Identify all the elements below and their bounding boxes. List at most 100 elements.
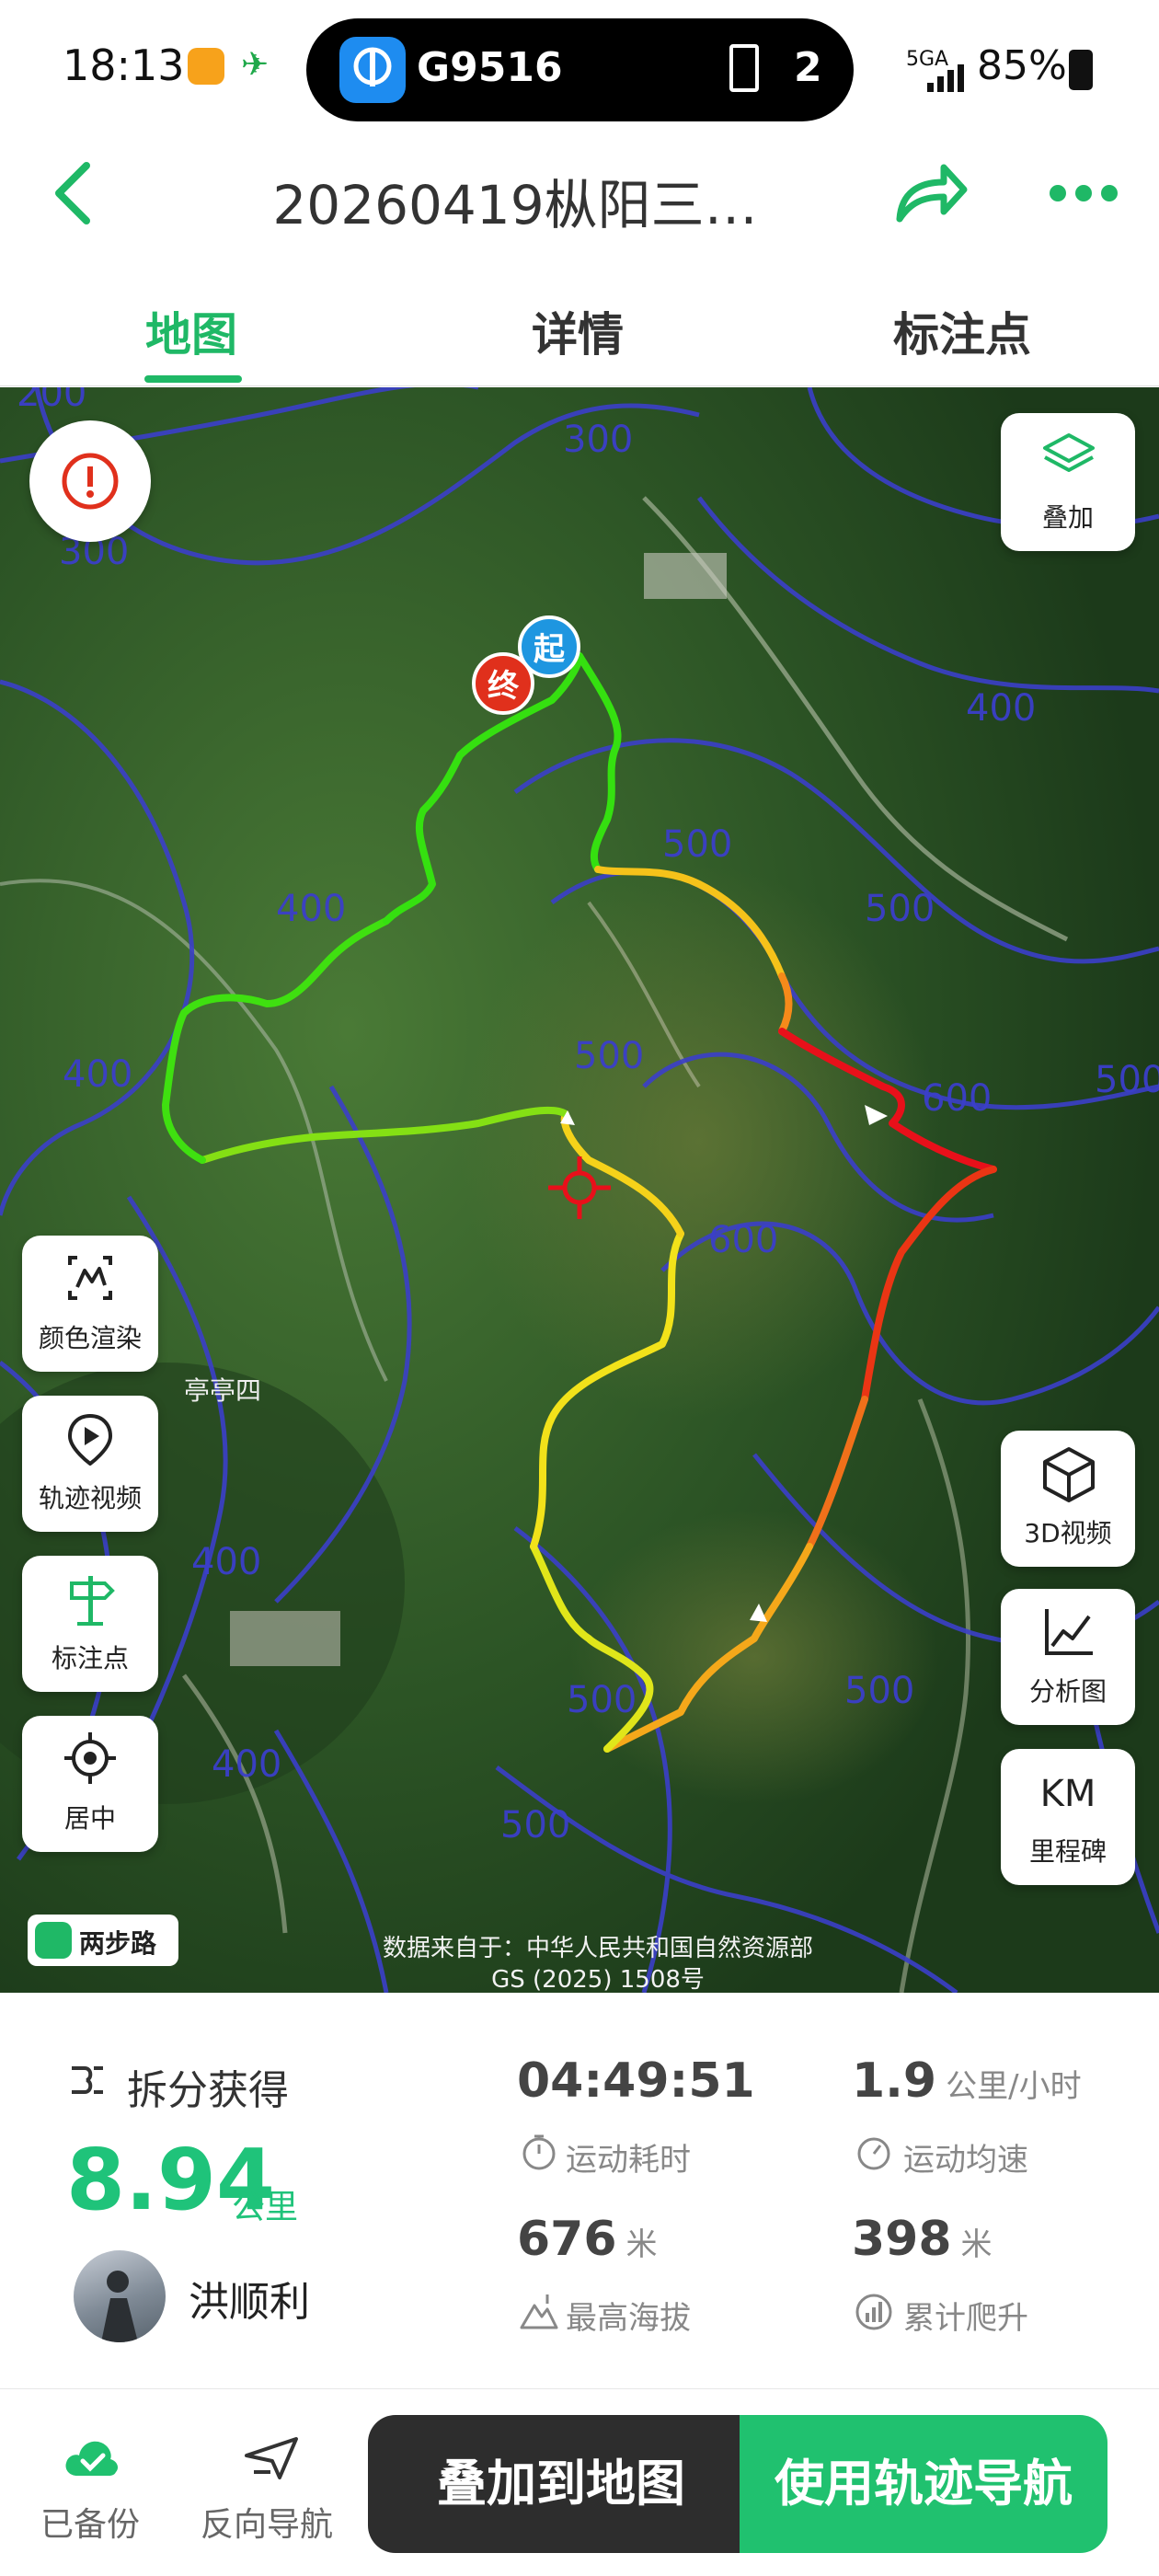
avatar[interactable]	[74, 2250, 166, 2342]
back-arrow-icon[interactable]	[46, 158, 101, 228]
tab-waypoints[interactable]: 标注点	[893, 298, 1031, 364]
contour-label: 500	[865, 888, 935, 930]
max-alt-value-row: 676 米	[517, 2212, 658, 2267]
top-app-bar: 20260419枞阳三…	[0, 129, 1159, 258]
climb-label: 累计爬升	[903, 2300, 1028, 2337]
notification-app-icon	[188, 48, 224, 85]
railway-logo-icon	[339, 37, 406, 103]
contour-label: 200	[17, 387, 86, 415]
contour-label: 300	[563, 419, 633, 461]
train-car-icon	[729, 44, 759, 92]
train-car-count: 2	[794, 44, 822, 91]
waypoint-tool-label: 标注点	[51, 1643, 129, 1673]
split-label: 拆分获得	[127, 2067, 289, 2114]
more-icon[interactable]	[1049, 184, 1119, 202]
share-icon[interactable]	[892, 160, 970, 226]
track-video-button[interactable]: 轨迹视频	[22, 1396, 158, 1532]
layers-icon	[1043, 433, 1095, 472]
bottom-action-bar: 已备份 反向导航 叠加到地图 使用轨迹导航	[0, 2388, 1159, 2576]
backup-label: 已备份	[40, 2506, 141, 2544]
waypoint-tool-button[interactable]: 标注点	[22, 1556, 158, 1692]
milestone-button[interactable]: KM 里程碑	[1001, 1749, 1135, 1885]
user-name[interactable]: 洪顺利	[189, 2269, 310, 2328]
reverse-nav-icon	[245, 2437, 298, 2479]
place-label: 亭亭四	[184, 1375, 261, 1406]
tab-details[interactable]: 详情	[532, 298, 624, 364]
overlay-to-map-button[interactable]: 叠加到地图	[368, 2415, 754, 2553]
cloud-check-icon	[65, 2441, 118, 2476]
alert-button[interactable]	[29, 420, 151, 542]
end-marker[interactable]: 终	[472, 652, 534, 715]
3d-video-button[interactable]: 3D视频	[1001, 1431, 1135, 1567]
color-render-icon	[68, 1256, 112, 1300]
brand-badge: 两步路	[28, 1915, 178, 1966]
contour-label: 500	[500, 1804, 570, 1846]
contour-label: 400	[276, 888, 346, 930]
reverse-nav-button[interactable]: 反向导航	[193, 2389, 350, 2576]
overlay-layers-button[interactable]: 叠加	[1001, 413, 1135, 551]
center-target-icon	[64, 1732, 116, 1784]
contour-label: 500	[662, 823, 732, 866]
climb-value: 398	[852, 2212, 952, 2267]
overlay-button-label: 叠加	[1041, 502, 1094, 533]
page-title: 20260419枞阳三…	[272, 174, 758, 236]
signal-icon	[927, 64, 964, 92]
reverse-nav-label: 反向导航	[201, 2506, 334, 2544]
tab-active-indicator	[144, 375, 242, 383]
speed-unit: 公里/小时	[946, 2068, 1082, 2105]
analysis-chart-label: 分析图	[1028, 1676, 1107, 1707]
status-bar: 18:13 ✈ G9516 2 5GA 85%	[0, 0, 1159, 129]
milestone-label: 里程碑	[1028, 1836, 1107, 1867]
live-activity-island[interactable]: G9516 2	[306, 18, 854, 121]
climb-unit: 米	[960, 2226, 993, 2263]
climb-value-row: 398 米	[852, 2212, 993, 2267]
contour-label: 400	[212, 1743, 281, 1786]
notification-app-icon: ✈	[241, 46, 270, 84]
speed-label: 运动均速	[903, 2142, 1028, 2179]
backup-status[interactable]: 已备份	[28, 2389, 156, 2576]
brand-name: 两步路	[79, 1928, 157, 1959]
max-alt-unit: 米	[625, 2226, 658, 2263]
analysis-chart-button[interactable]: 分析图	[1001, 1589, 1135, 1725]
color-render-button[interactable]: 颜色渲染	[22, 1236, 158, 1372]
satellite-terrain: 200 300 300 400 400 500 500 500 400 600 …	[0, 387, 1159, 1993]
end-marker-label: 终	[488, 668, 520, 705]
center-label: 居中	[63, 1803, 116, 1834]
status-time: 18:13	[63, 40, 185, 90]
climb-chart-icon	[855, 2294, 892, 2330]
stopwatch-icon	[522, 2134, 556, 2170]
speed-value-row: 1.9 公里/小时	[852, 2053, 1082, 2109]
track-video-label: 轨迹视频	[38, 1483, 142, 1513]
track-map[interactable]: 200 300 300 400 400 500 500 500 400 600 …	[0, 387, 1159, 1993]
split-icon	[72, 2066, 103, 2094]
track-navigation-button[interactable]: 使用轨迹导航	[740, 2415, 1107, 2553]
max-alt-label: 最高海拔	[566, 2300, 691, 2337]
map-credit-line1: 数据来自于：中华人民共和国自然资源部	[382, 1935, 813, 1962]
center-button[interactable]: 居中	[22, 1716, 158, 1852]
distance-unit: 公里	[232, 2189, 299, 2226]
battery-icon	[1069, 50, 1093, 90]
battery-percent: 85%	[977, 42, 1067, 89]
km-icon: KM	[1039, 1773, 1096, 1815]
max-alt-value: 676	[517, 2212, 617, 2267]
speed-value: 1.9	[852, 2053, 937, 2109]
contour-label: 600	[708, 1219, 778, 1261]
contour-label: 500	[1095, 1059, 1159, 1101]
start-marker-label: 起	[534, 631, 566, 668]
cube-3d-icon	[1043, 1447, 1095, 1502]
chart-analysis-icon	[1045, 1609, 1093, 1655]
track-stats-panel: 拆分获得 8.94 公里 洪顺利 04:49:51 运动耗时 1.9 公里/小时 …	[0, 1993, 1159, 2388]
color-render-label: 颜色渲染	[38, 1323, 142, 1353]
tab-bar: 地图 详情 标注点	[0, 267, 1159, 386]
map-credit-line2: GS (2025) 1508号	[491, 1966, 705, 1993]
contour-label: 400	[191, 1541, 261, 1583]
alert-icon	[62, 453, 119, 510]
contour-label: 400	[63, 1053, 132, 1096]
tab-map[interactable]: 地图	[145, 298, 237, 364]
contour-label: 500	[567, 1679, 637, 1721]
train-number: G9516	[417, 44, 563, 91]
brand-logo-icon	[35, 1922, 72, 1959]
contour-label: 600	[922, 1077, 992, 1120]
3d-video-label: 3D视频	[1024, 1518, 1112, 1548]
track-video-icon	[67, 1413, 113, 1466]
